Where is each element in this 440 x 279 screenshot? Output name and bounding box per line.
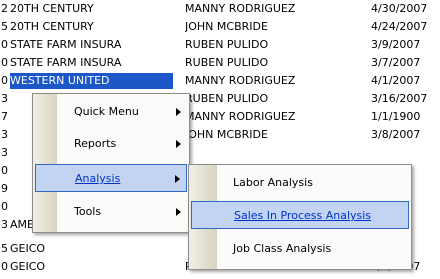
row-index: 5 xyxy=(1,20,8,33)
advisor-cell: JOHN MCBRIDE xyxy=(185,128,268,141)
menu-item-label: Quick Menu xyxy=(74,105,139,118)
menu-item-label: Analysis xyxy=(75,172,121,185)
menu-item-tools[interactable]: Tools xyxy=(35,198,187,226)
submenu-arrow-icon xyxy=(176,208,181,216)
date-cell: 4/30/2007 xyxy=(371,2,428,15)
row-index: 7 xyxy=(1,110,8,123)
row-index: 0 xyxy=(1,74,8,87)
row-index: 3 xyxy=(1,92,8,105)
date-cell: 3/16/2007 xyxy=(371,92,428,105)
date-cell: 1/1/1900 xyxy=(371,110,421,123)
date-cell: 3/8/2007 xyxy=(371,128,421,141)
date-cell: 3/9/2007 xyxy=(371,38,421,51)
menu-item-quick-menu[interactable]: Quick Menu xyxy=(35,98,187,126)
customer-cell: STATE FARM INSURA xyxy=(10,38,122,51)
table-row[interactable]: 2 20TH CENTURY MANNY RODRIGUEZ 4/30/2007 xyxy=(0,1,440,17)
row-index: 3 xyxy=(1,146,8,159)
row-index: 0 xyxy=(1,38,8,51)
analysis-submenu: Labor Analysis Sales In Process Analysis… xyxy=(188,164,412,270)
row-index: 0 xyxy=(1,56,8,69)
menu-item-label: Sales In Process Analysis xyxy=(234,209,372,222)
customer-cell-selected: WESTERN UNITED xyxy=(10,73,173,89)
row-index: 3 xyxy=(1,128,8,141)
row-index: 3 xyxy=(1,218,8,231)
customer-cell: STATE FARM INSURA xyxy=(10,56,122,69)
row-index: 9 xyxy=(1,182,8,195)
menu-item-label: Reports xyxy=(74,137,117,150)
advisor-cell: MANNY RODRIGUEZ xyxy=(185,74,296,87)
customer-cell: 20TH CENTURY xyxy=(10,20,94,33)
menu-item-label: Labor Analysis xyxy=(233,176,313,189)
row-index: 2 xyxy=(1,2,8,15)
row-index: 0 xyxy=(1,260,8,273)
advisor-cell: RUBEN PULIDO xyxy=(185,56,269,69)
advisor-cell: MANNY RODRIGUEZ xyxy=(185,2,296,15)
advisor-cell: MANNY RODRIGUEZ xyxy=(185,110,296,123)
table-row-selected[interactable]: 0 WESTERN UNITED MANNY RODRIGUEZ 4/1/200… xyxy=(0,73,440,89)
menu-item-sales-in-process-analysis[interactable]: Sales In Process Analysis xyxy=(191,201,409,229)
customer-cell: 20TH CENTURY xyxy=(10,2,94,15)
table-row[interactable]: 0 STATE FARM INSURA RUBEN PULIDO 3/7/200… xyxy=(0,55,440,71)
date-cell: 4/1/2007 xyxy=(371,74,421,87)
advisor-cell: RUBEN PULIDO xyxy=(185,92,269,105)
customer-cell: GEICO xyxy=(10,260,46,273)
date-cell: 3/7/2007 xyxy=(371,56,421,69)
advisor-cell: JOHN MCBRIDE xyxy=(185,20,268,33)
customer-cell: GEICO xyxy=(10,242,46,255)
menu-item-labor-analysis[interactable]: Labor Analysis xyxy=(191,169,409,197)
menu-item-label: Tools xyxy=(74,205,102,218)
row-index: 0 xyxy=(1,200,8,213)
table-row[interactable]: 0 STATE FARM INSURA RUBEN PULIDO 3/9/200… xyxy=(0,37,440,53)
menu-item-analysis[interactable]: Analysis xyxy=(35,164,187,192)
row-index: 5 xyxy=(1,242,8,255)
menu-item-label: Job Class Analysis xyxy=(233,242,332,255)
menu-item-job-class-analysis[interactable]: Job Class Analysis xyxy=(191,235,409,263)
submenu-arrow-icon xyxy=(176,108,181,116)
row-index: 0 xyxy=(1,164,8,177)
submenu-arrow-icon xyxy=(175,175,180,183)
submenu-arrow-icon xyxy=(176,140,181,148)
menu-item-reports[interactable]: Reports xyxy=(35,130,187,158)
advisor-cell: RUBEN PULIDO xyxy=(185,38,269,51)
table-row[interactable]: 5 20TH CENTURY JOHN MCBRIDE 4/24/2007 xyxy=(0,19,440,35)
context-menu: Quick Menu Reports Analysis Tools xyxy=(32,93,190,233)
date-cell: 4/24/2007 xyxy=(371,20,428,33)
